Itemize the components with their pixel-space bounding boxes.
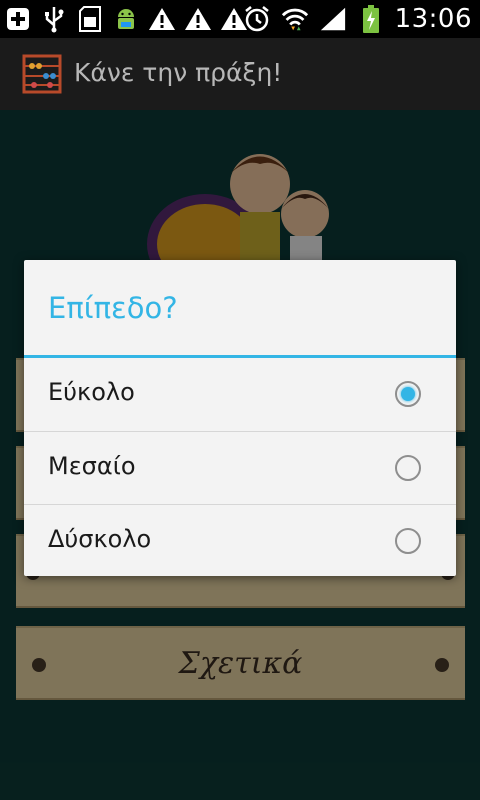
action-bar: Κάνε την πράξη! xyxy=(0,38,480,110)
add-icon xyxy=(4,5,32,33)
dialog-title: Επίπεδο? xyxy=(48,291,178,325)
option-label: Δύσκολο xyxy=(48,525,152,553)
signal-icon xyxy=(319,5,347,33)
wifi-icon xyxy=(281,5,309,33)
difficulty-dialog: Επίπεδο? Εύκολο Μεσαίο Δύσκολο xyxy=(24,260,456,576)
notification-icons xyxy=(4,4,248,34)
warning-icon xyxy=(148,5,176,33)
warning-icon xyxy=(184,5,212,33)
radio-checked-icon[interactable] xyxy=(395,381,421,407)
app-title: Κάνε την πράξη! xyxy=(74,58,283,87)
option-label: Μεσαίο xyxy=(48,452,136,480)
battery-charging-icon xyxy=(357,5,385,33)
clock: 13:06 xyxy=(394,4,472,34)
usb-icon xyxy=(40,5,68,33)
option-label: Εύκολο xyxy=(48,378,135,406)
status-bar: 13:06 xyxy=(0,0,480,38)
option-hard[interactable]: Δύσκολο xyxy=(24,505,456,578)
option-easy[interactable]: Εύκολο xyxy=(24,358,456,431)
sd-card-icon xyxy=(76,5,104,33)
android-icon xyxy=(112,5,140,33)
alarm-icon xyxy=(243,5,271,33)
option-medium[interactable]: Μεσαίο xyxy=(24,432,456,505)
radio-unchecked-icon[interactable] xyxy=(395,528,421,554)
abacus-icon[interactable] xyxy=(22,54,62,94)
radio-unchecked-icon[interactable] xyxy=(395,455,421,481)
system-icons: 13:06 xyxy=(243,4,472,34)
